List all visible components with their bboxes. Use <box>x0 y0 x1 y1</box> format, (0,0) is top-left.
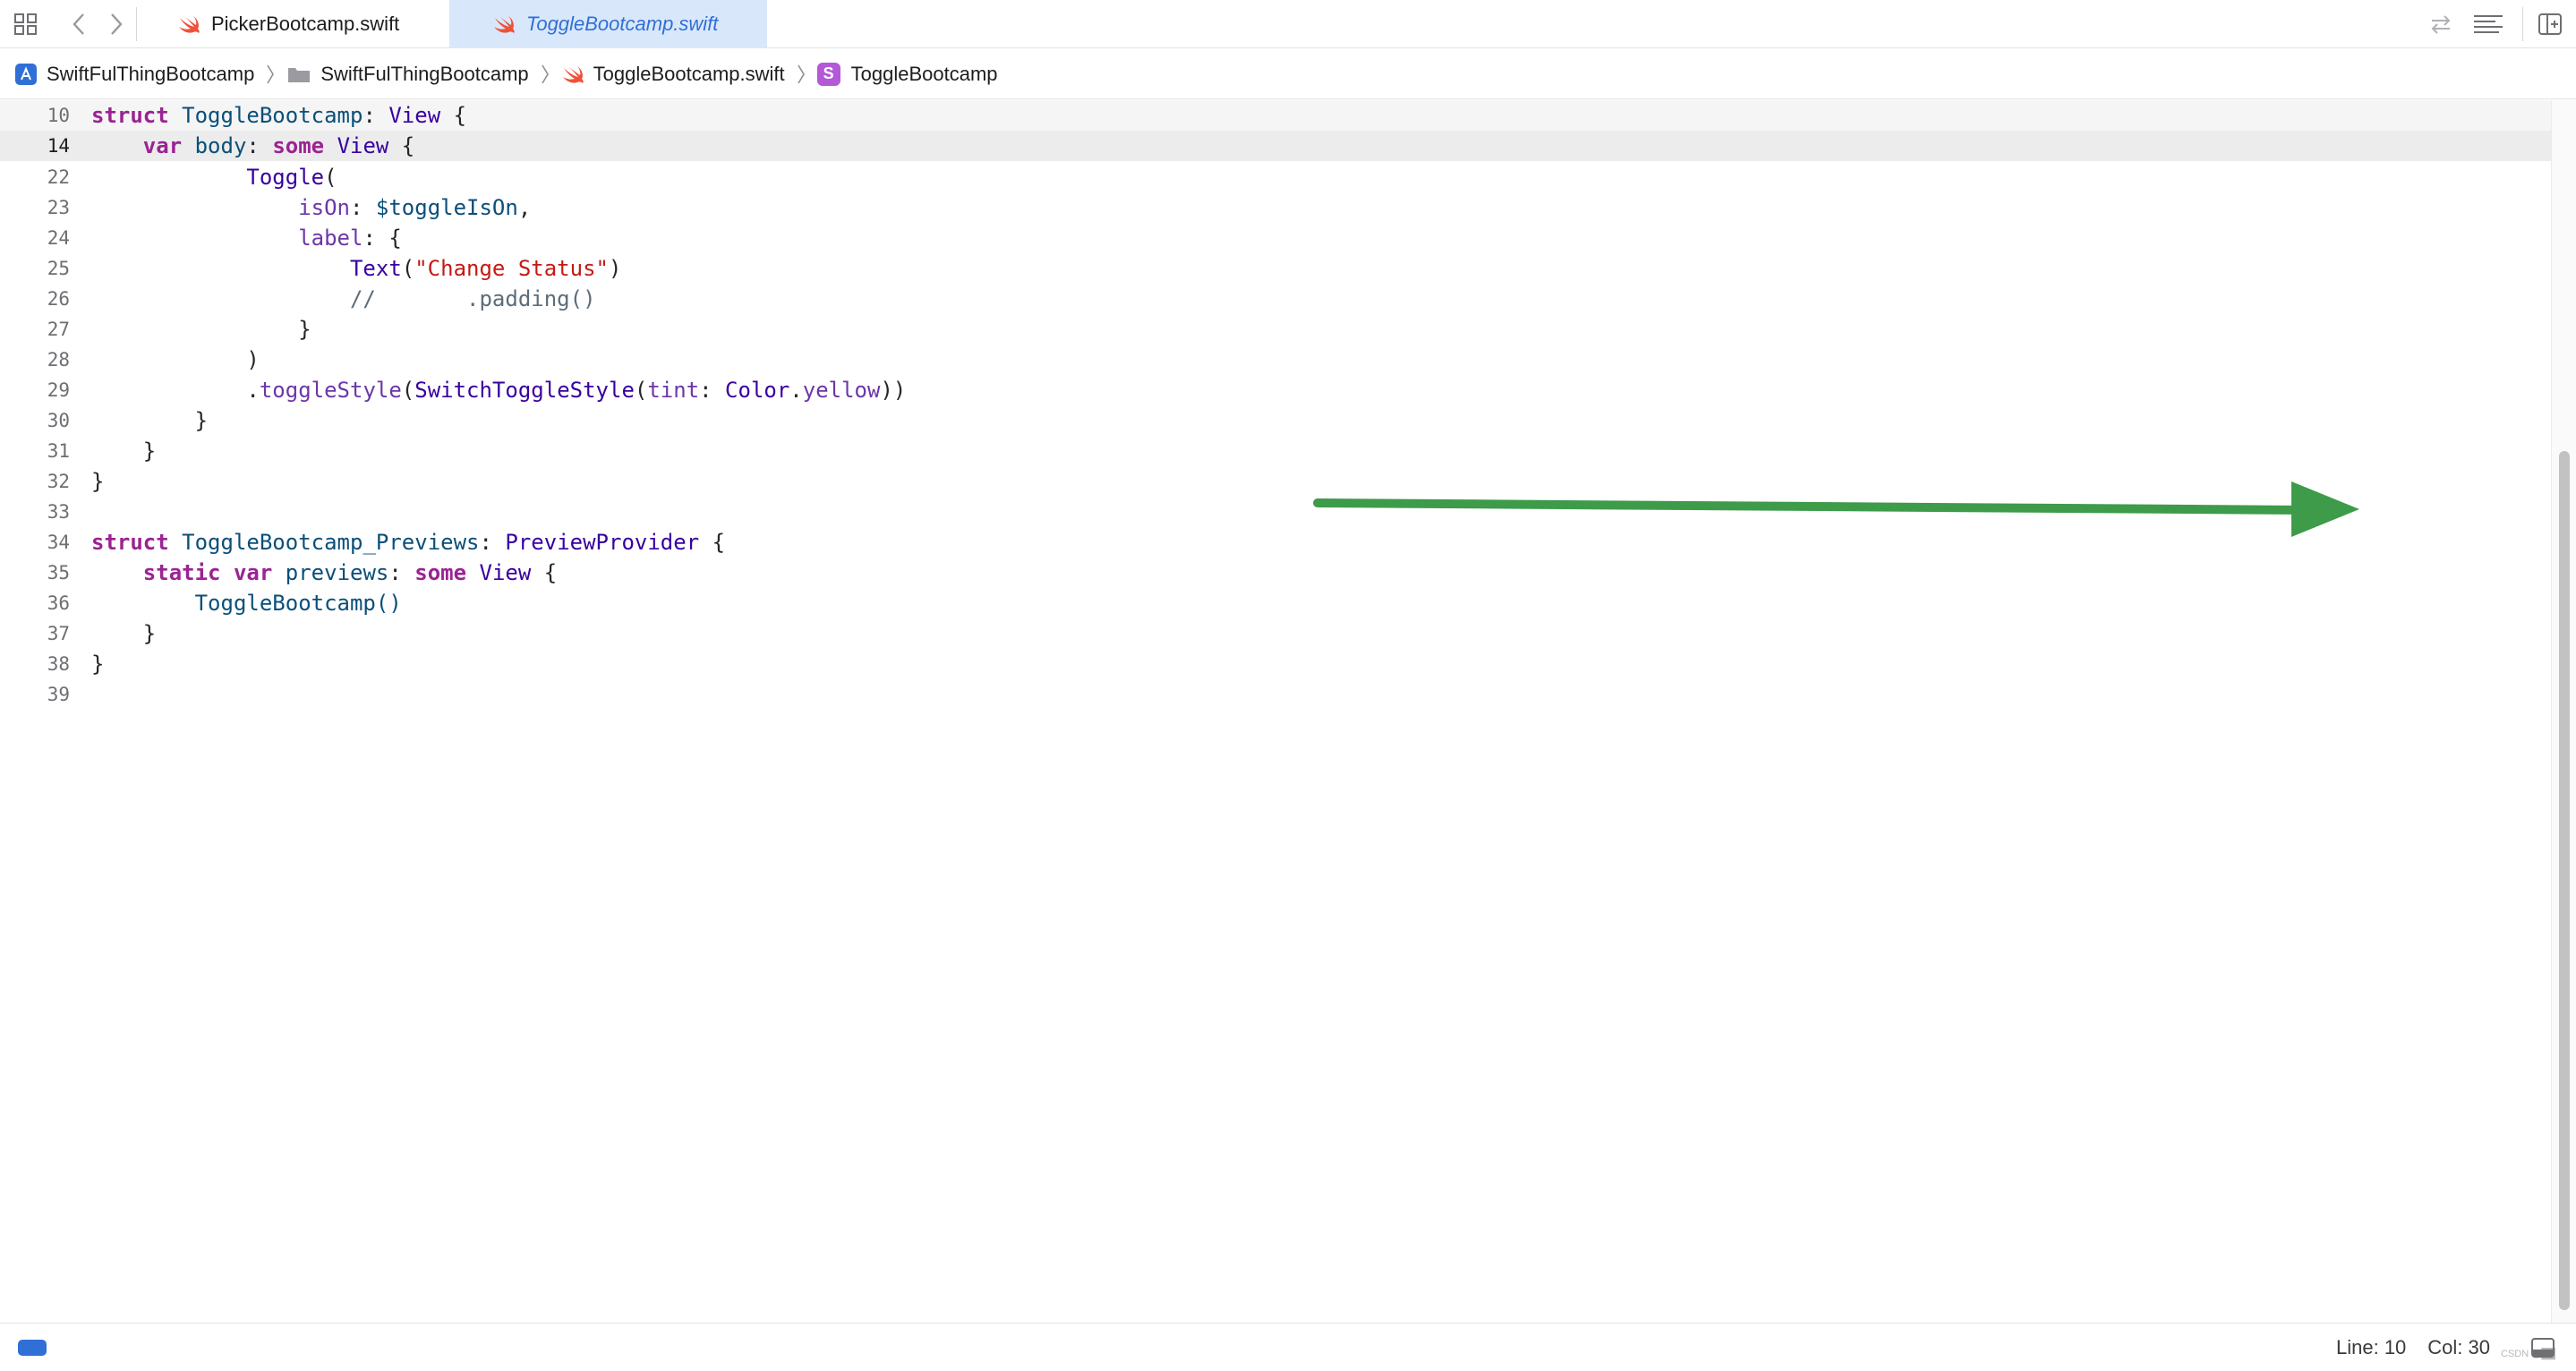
breadcrumb-label: SwiftFulThingBootcamp <box>320 62 529 85</box>
breadcrumb-project[interactable]: SwiftFulThingBootcamp <box>14 63 254 86</box>
swift-file-icon <box>562 65 584 83</box>
breadcrumb-label: ToggleBootcamp.swift <box>593 62 785 85</box>
breadcrumb-label: SwiftFulThingBootcamp <box>47 62 255 85</box>
code-line: 22 Toggle( <box>0 162 2551 192</box>
tab-picker-bootcamp[interactable]: PickerBootcamp.swift <box>177 0 446 48</box>
line-number: 33 <box>47 501 70 523</box>
status-bar: Line: 10 Col: 30 CSDN @██ <box>0 1323 2576 1371</box>
bottom-panel-icon[interactable] <box>2529 1334 2556 1361</box>
chevron-right-icon <box>541 64 549 83</box>
line-number: 34 <box>47 532 70 553</box>
line-number: 37 <box>47 623 70 644</box>
line-number: 10 <box>47 105 70 126</box>
line-number: 22 <box>47 166 70 188</box>
code-line: 23 isOn: $toggleIsOn, <box>0 192 2551 223</box>
code-editor[interactable]: 10 struct ToggleBootcamp: View { 14 var … <box>0 100 2551 1323</box>
line-number: 30 <box>47 410 70 431</box>
code-line: 26 // .padding() <box>0 284 2551 314</box>
code-line: 25 Text("Change Status") <box>0 253 2551 284</box>
line-number: 23 <box>47 197 70 218</box>
scrollbar-thumb[interactable] <box>2559 451 2570 1310</box>
chevron-left-icon[interactable] <box>66 11 93 38</box>
code-line: 35 static var previews: some View { <box>0 558 2551 588</box>
swift-icon <box>179 16 200 33</box>
swap-arrows-icon[interactable] <box>2427 11 2454 38</box>
tab-label: PickerBootcamp.swift <box>211 13 400 35</box>
line-number: 36 <box>47 592 70 614</box>
tab-label: ToggleBootcamp.swift <box>526 13 719 35</box>
line-number: 14 <box>47 135 70 157</box>
xcode-window: PickerBootcamp.swift ToggleBootcamp.swif… <box>0 0 2576 1371</box>
line-number: 32 <box>47 471 70 492</box>
code-line: 30 } <box>0 405 2551 436</box>
code-line: 10 struct ToggleBootcamp: View { <box>0 100 2551 131</box>
folder-icon <box>288 67 311 82</box>
code-line: 29 .toggleStyle(SwitchToggleStyle(tint: … <box>0 375 2551 405</box>
line-number: 25 <box>47 258 70 279</box>
swift-icon <box>494 16 515 33</box>
chevron-right-icon <box>267 64 275 83</box>
breadcrumb-file[interactable]: ToggleBootcamp.swift <box>561 63 785 86</box>
add-editor-icon[interactable] <box>2537 11 2563 38</box>
line-number: 28 <box>47 349 70 370</box>
code-line: 31 } <box>0 436 2551 466</box>
code-line: 37 } <box>0 618 2551 649</box>
code-line: 27 } <box>0 314 2551 345</box>
cursor-line: Line: 10 <box>2336 1336 2407 1358</box>
cursor-position: Line: 10 Col: 30 <box>2336 1336 2490 1359</box>
code-line: 39 <box>0 679 2551 710</box>
chevron-right-icon[interactable] <box>102 11 129 38</box>
code-line: 24 label: { <box>0 223 2551 253</box>
code-line: 36 ToggleBootcamp() <box>0 588 2551 618</box>
line-number: 39 <box>47 684 70 705</box>
line-number: 38 <box>47 653 70 675</box>
editor-options-icon[interactable] <box>2472 11 2504 38</box>
code-line: 28 ) <box>0 345 2551 375</box>
app-project-icon <box>15 63 37 85</box>
breadcrumb-folder[interactable]: SwiftFulThingBootcamp <box>286 62 529 86</box>
line-number: 24 <box>47 227 70 249</box>
breadcrumb-label: ToggleBootcamp <box>850 62 998 85</box>
breadcrumb: SwiftFulThingBootcamp SwiftFulThingBootc… <box>0 49 2576 99</box>
chevron-right-icon <box>797 64 805 83</box>
tab-separator <box>136 7 137 41</box>
debug-area-toggle-icon[interactable] <box>18 1340 47 1356</box>
tab-toggle-bootcamp[interactable]: ToggleBootcamp.swift <box>449 0 767 48</box>
green-arrow-annotation-icon <box>1313 481 2359 537</box>
code-line: 38 } <box>0 649 2551 679</box>
grid-icon[interactable] <box>13 11 39 38</box>
line-number: 35 <box>47 562 70 583</box>
struct-icon: S <box>816 62 840 86</box>
line-number: 31 <box>47 440 70 462</box>
line-number: 29 <box>47 379 70 401</box>
line-number: 26 <box>47 288 70 310</box>
line-number: 27 <box>47 319 70 340</box>
code-line: 14 var body: some View { <box>0 131 2551 161</box>
cursor-col: Col: 30 <box>2427 1336 2491 1358</box>
tab-separator <box>2522 7 2523 41</box>
tab-bar: PickerBootcamp.swift ToggleBootcamp.swif… <box>0 0 2576 48</box>
breadcrumb-symbol[interactable]: S ToggleBootcamp <box>816 62 998 86</box>
vertical-scrollbar[interactable] <box>2551 100 2576 1323</box>
